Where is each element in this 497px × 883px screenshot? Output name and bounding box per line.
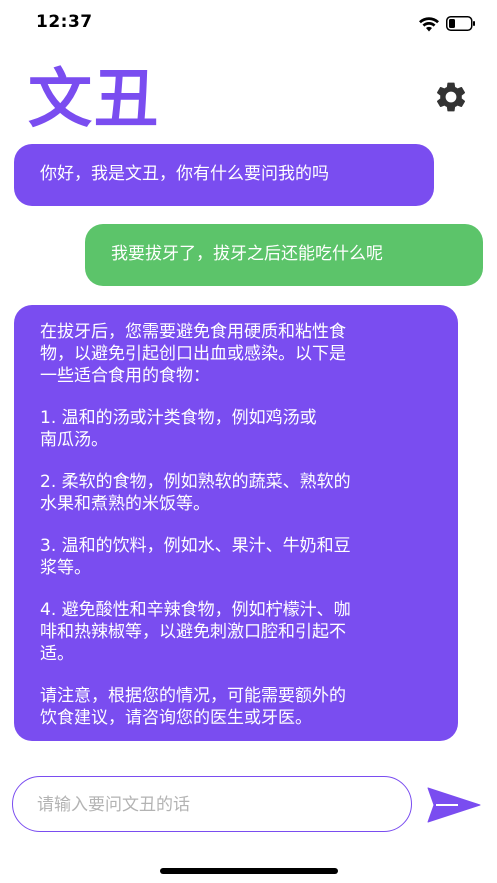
settings-button[interactable] xyxy=(430,76,472,118)
app-title: 文丑 xyxy=(28,63,160,137)
home-indicator xyxy=(160,868,338,874)
answer-paragraph-note: 请注意，根据您的情况，可能需要额外的 饮食建议，请咨询您的医生或牙医。 xyxy=(40,686,346,728)
battery-icon xyxy=(446,16,475,31)
answer-paragraph-item-3: 3. 温和的饮料，例如水、果汁、牛奶和豆 浆等。 xyxy=(40,536,351,578)
answer-paragraph-intro: 在拔牙后，您需要避免食用硬质和粘性食 物，以避免引起创口出血或感染。以下是 一些… xyxy=(40,322,346,386)
send-icon xyxy=(427,787,481,823)
bot-message-text: 你好，我是文丑，你有什么要问我的吗 xyxy=(40,164,329,184)
status-bar: 12:37 xyxy=(0,0,497,50)
answer-paragraph-item-4: 4. 避免酸性和辛辣食物，例如柠檬汁、咖 啡和热辣椒等，以避免刺激口腔和引起不 … xyxy=(40,600,351,664)
bot-message-greeting: 你好，我是文丑，你有什么要问我的吗 xyxy=(14,144,434,206)
answer-paragraph-item-1: 1. 温和的汤或汁类食物，例如鸡汤或 南瓜汤。 xyxy=(40,408,317,450)
user-message: 我要拔牙了，拔牙之后还能吃什么呢 xyxy=(85,224,483,286)
user-message-text: 我要拔牙了，拔牙之后还能吃什么呢 xyxy=(111,244,383,264)
message-input[interactable] xyxy=(35,777,389,833)
chat-area: 你好，我是文丑，你有什么要问我的吗 我要拔牙了，拔牙之后还能吃什么呢 在拔牙后，… xyxy=(0,140,497,760)
gear-icon xyxy=(436,82,466,112)
wifi-icon xyxy=(419,17,439,32)
send-button[interactable] xyxy=(424,784,484,826)
bot-message-answer: 在拔牙后，您需要避免食用硬质和粘性食 物，以避免引起创口出血或感染。以下是 一些… xyxy=(14,305,458,741)
answer-paragraph-item-2: 2. 柔软的食物，例如熟软的蔬菜、熟软的 水果和煮熟的米饭等。 xyxy=(40,472,351,514)
status-time: 12:37 xyxy=(36,12,93,32)
message-input-box[interactable] xyxy=(12,776,412,833)
